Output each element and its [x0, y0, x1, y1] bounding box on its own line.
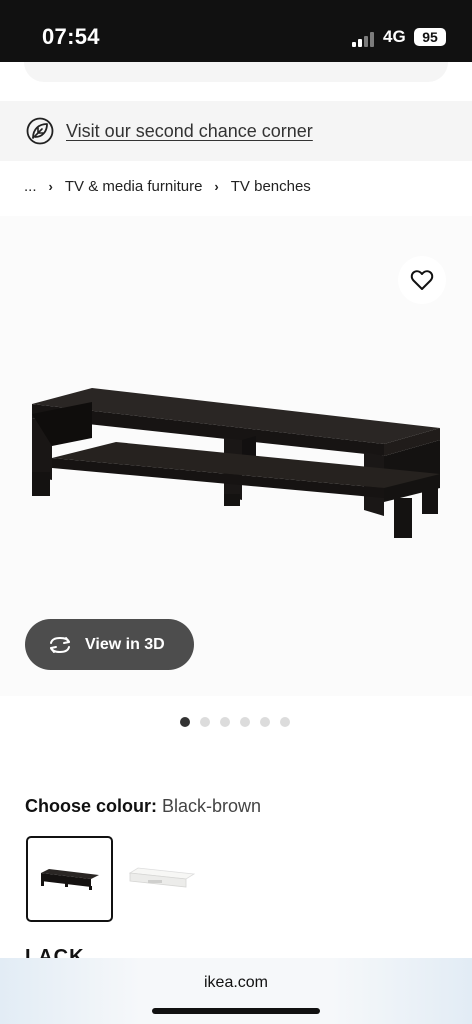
breadcrumb-tv-benches[interactable]: TV benches — [231, 178, 311, 195]
search-bar-edge — [24, 62, 448, 82]
swatch-thumbnail — [128, 867, 195, 888]
status-time: 07:54 — [42, 24, 100, 49]
gallery-dot[interactable] — [260, 717, 270, 727]
rotate-arrows-icon — [50, 636, 70, 653]
network-type: 4G — [383, 27, 406, 46]
battery-indicator: 95 — [414, 28, 446, 46]
gallery-dot[interactable] — [180, 717, 190, 727]
colour-selector-heading: Choose colour: Black-brown — [25, 796, 261, 817]
chevron-right-icon: › — [214, 179, 219, 194]
chevron-right-icon: › — [48, 179, 53, 194]
second-chance-link[interactable]: Visit our second chance corner — [66, 121, 313, 142]
tv-bench-image — [32, 388, 440, 538]
colour-swatch-black-brown[interactable] — [26, 836, 113, 922]
leaf-icon — [26, 117, 54, 145]
gallery-dot[interactable] — [220, 717, 230, 727]
swatch-thumbnail — [40, 869, 99, 890]
view-in-3d-button[interactable]: View in 3D — [25, 619, 194, 670]
status-bar: 07:54 4G 95 — [0, 0, 472, 62]
address-url[interactable]: ikea.com — [0, 974, 472, 992]
view-in-3d-label: View in 3D — [85, 635, 165, 653]
breadcrumb: ... › TV & media furniture › TV benches — [24, 178, 311, 195]
home-indicator[interactable] — [152, 1008, 320, 1014]
wishlist-button[interactable] — [398, 256, 446, 304]
gallery-pagination — [180, 717, 300, 727]
gallery-dot[interactable] — [240, 717, 250, 727]
gallery-dot[interactable] — [200, 717, 210, 727]
browser-address-bar[interactable]: ikea.com — [0, 958, 472, 1024]
heart-icon — [410, 270, 434, 290]
breadcrumb-tv-media-furniture[interactable]: TV & media furniture — [65, 178, 203, 195]
choose-colour-label: Choose colour: — [25, 796, 158, 816]
gallery-dot[interactable] — [280, 717, 290, 727]
colour-swatch-white[interactable] — [118, 836, 205, 922]
signal-strength-icon — [352, 31, 378, 47]
second-chance-banner[interactable]: Visit our second chance corner — [0, 101, 472, 161]
breadcrumb-ellipsis[interactable]: ... — [24, 178, 37, 195]
selected-colour-value: Black-brown — [162, 796, 262, 816]
